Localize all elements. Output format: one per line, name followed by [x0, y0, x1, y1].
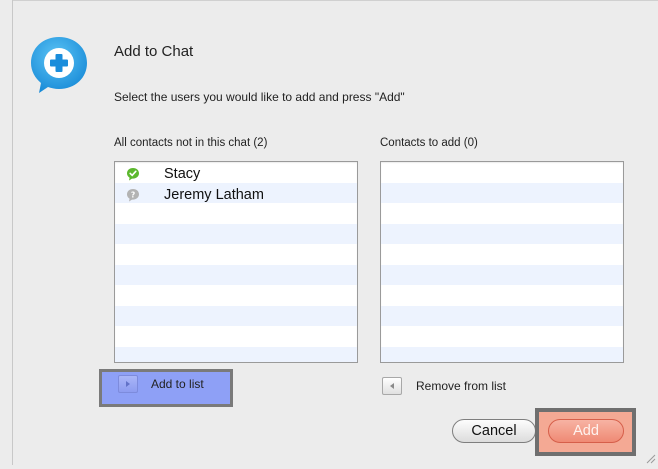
- add-to-list-button[interactable]: Add to list: [118, 375, 204, 393]
- list-item[interactable]: ? Jeremy Latham: [115, 185, 357, 205]
- list-item[interactable]: Stacy: [115, 164, 357, 184]
- online-status-icon: [126, 167, 140, 181]
- add-to-list-label: Add to list: [151, 377, 204, 391]
- contacts-to-add-list[interactable]: [380, 161, 624, 363]
- svg-text:?: ?: [131, 190, 135, 199]
- offline-status-icon: ?: [126, 188, 140, 202]
- dialog-instruction: Select the users you would like to add a…: [114, 90, 405, 104]
- available-contacts-label: All contacts not in this chat (2): [114, 137, 268, 149]
- cancel-button[interactable]: Cancel: [452, 419, 536, 443]
- dialog-title: Add to Chat: [114, 43, 194, 60]
- list-stripes: [381, 162, 623, 362]
- remove-from-list-button[interactable]: Remove from list: [382, 377, 506, 395]
- resize-grip-icon[interactable]: [644, 451, 656, 464]
- contact-name: Jeremy Latham: [164, 187, 264, 203]
- add-button[interactable]: Add: [548, 419, 624, 443]
- right-arrow-icon: [118, 375, 138, 393]
- contacts-to-add-label: Contacts to add (0): [380, 137, 478, 149]
- left-arrow-icon: [382, 377, 402, 395]
- add-chat-bubble-icon: [27, 32, 91, 96]
- contact-name: Stacy: [164, 166, 201, 182]
- remove-from-list-label: Remove from list: [416, 379, 507, 393]
- dialog-top-border: [13, 0, 658, 1]
- available-contacts-list[interactable]: Stacy ? Jeremy Latham: [114, 161, 358, 363]
